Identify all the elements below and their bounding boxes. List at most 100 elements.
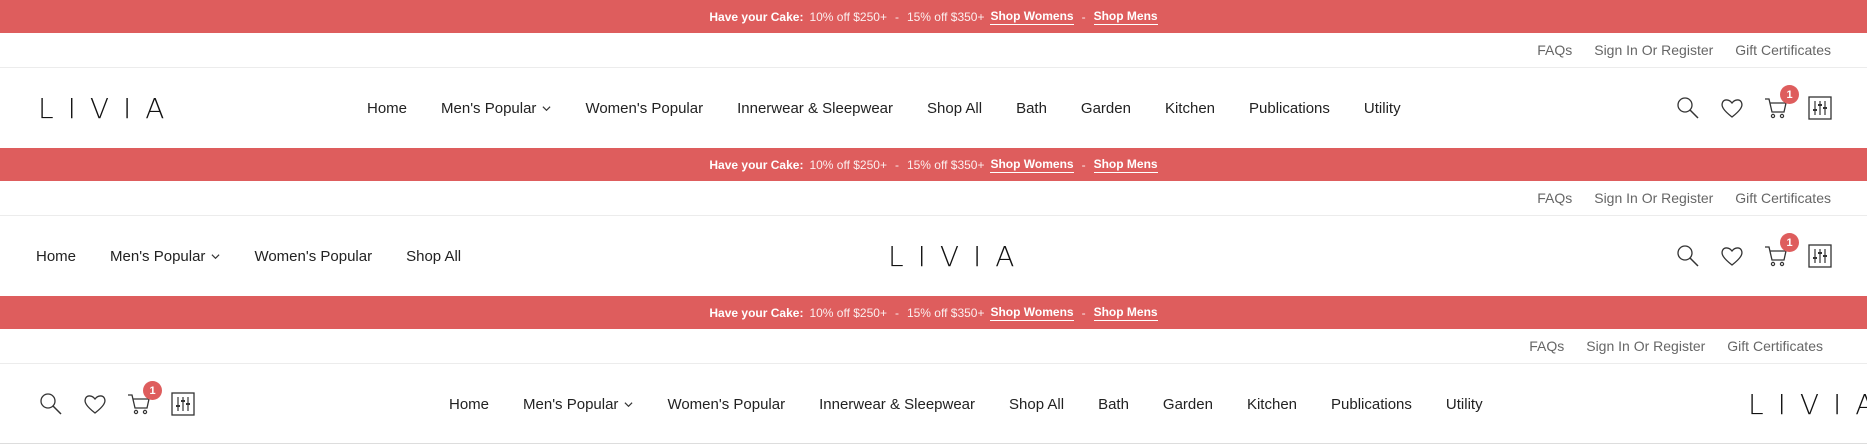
site-logo[interactable]: LIVIA — [888, 243, 1028, 271]
nav-item-shop-all[interactable]: Shop All — [1009, 396, 1064, 413]
promo-offer-1: 10% off $250+ — [809, 305, 887, 320]
gift-certificates-link[interactable]: Gift Certificates — [1735, 190, 1831, 206]
nav-item-innerwear-sleepwear[interactable]: Innerwear & Sleepwear — [737, 100, 893, 117]
promo-separator: - — [1081, 9, 1086, 24]
nav-item-shop-all[interactable]: Shop All — [927, 100, 982, 117]
heart-icon[interactable] — [1719, 95, 1745, 121]
nav-item-garden[interactable]: Garden — [1163, 396, 1213, 413]
nav-item-label: Shop All — [927, 99, 983, 117]
promo-lead: Have your Cake: — [709, 157, 804, 172]
faqs-link[interactable]: FAQs — [1529, 338, 1564, 354]
main-nav: Home Men's Popular Women's Popular Shop … — [36, 216, 461, 296]
promo-bar: Have your Cake: 10% off $250+ - 15% off … — [0, 0, 1867, 33]
shop-mens-link[interactable]: Shop Mens — [1093, 9, 1158, 25]
header-variant-logo-center: Have your Cake: 10% off $250+ - 15% off … — [0, 148, 1867, 296]
shop-mens-link[interactable]: Shop Mens — [1093, 157, 1158, 173]
header-variant-logo-right: Have your Cake: 10% off $250+ - 15% off … — [0, 296, 1867, 444]
promo-separator: - — [894, 305, 899, 320]
nav-item-mens-popular[interactable]: Men's Popular — [441, 100, 551, 117]
promo-offer-1: 10% off $250+ — [809, 9, 887, 24]
promo-separator: - — [1081, 305, 1086, 320]
nav-item-label: Utility — [1445, 395, 1483, 413]
cart-icon[interactable]: 1 — [126, 381, 162, 417]
nav-item-bath[interactable]: Bath — [1098, 396, 1129, 413]
nav-item-label: Garden — [1162, 395, 1213, 413]
search-icon[interactable] — [38, 391, 64, 417]
main-header: LIVIA Home Men's Popular Women's Popular… — [0, 68, 1867, 148]
heart-icon[interactable] — [82, 391, 108, 417]
gift-certificates-link[interactable]: Gift Certificates — [1735, 42, 1831, 58]
sign-in-register-link[interactable]: Sign In Or Register — [1594, 42, 1713, 58]
promo-lead: Have your Cake: — [709, 9, 804, 24]
top-links-bar: FAQs Sign In Or Register Gift Certificat… — [0, 329, 1867, 364]
nav-item-utility[interactable]: Utility — [1364, 100, 1401, 117]
nav-item-label: Home — [36, 247, 77, 265]
nav-item-label: Men's Popular — [110, 247, 206, 265]
main-header: Home Men's Popular Women's Popular Shop … — [0, 216, 1867, 296]
main-nav: Home Men's Popular Women's Popular Inner… — [449, 364, 1483, 444]
nav-item-label: Publications — [1249, 99, 1330, 117]
nav-item-bath[interactable]: Bath — [1016, 100, 1047, 117]
site-logo[interactable]: LIVIA — [1748, 391, 1867, 419]
search-icon[interactable] — [1675, 95, 1701, 121]
nav-item-label: Home — [367, 99, 408, 117]
compare-icon[interactable] — [1807, 95, 1833, 121]
faqs-link[interactable]: FAQs — [1537, 42, 1572, 58]
nav-item-mens-popular[interactable]: Men's Popular — [110, 248, 220, 265]
chevron-down-icon — [624, 401, 633, 407]
promo-offer-2: 15% off $350+ — [906, 305, 985, 320]
nav-item-label: Garden — [1080, 99, 1131, 117]
header-icons: 1 — [1675, 68, 1833, 148]
promo-bar: Have your Cake: 10% off $250+ - 15% off … — [0, 148, 1867, 181]
nav-item-womens-popular[interactable]: Women's Popular — [254, 248, 372, 265]
nav-item-label: Utility — [1363, 99, 1401, 117]
nav-item-home[interactable]: Home — [36, 248, 76, 265]
gift-certificates-link[interactable]: Gift Certificates — [1727, 338, 1823, 354]
nav-item-label: Shop All — [406, 247, 462, 265]
sign-in-register-link[interactable]: Sign In Or Register — [1586, 338, 1705, 354]
compare-icon[interactable] — [1807, 243, 1833, 269]
nav-item-label: Home — [449, 395, 490, 413]
nav-item-label: Women's Popular — [254, 247, 373, 265]
promo-offer-2: 15% off $350+ — [906, 157, 985, 172]
nav-item-label: Kitchen — [1246, 395, 1298, 413]
nav-item-shop-all[interactable]: Shop All — [406, 248, 461, 265]
nav-item-womens-popular[interactable]: Women's Popular — [667, 396, 785, 413]
chevron-down-icon — [211, 253, 220, 259]
nav-item-home[interactable]: Home — [367, 100, 407, 117]
cart-icon[interactable]: 1 — [1763, 85, 1799, 121]
cart-icon[interactable]: 1 — [1763, 233, 1799, 269]
shop-womens-link[interactable]: Shop Womens — [990, 157, 1074, 173]
chevron-down-icon — [542, 105, 551, 111]
nav-item-home[interactable]: Home — [449, 396, 489, 413]
nav-item-label: Innerwear & Sleepwear — [737, 99, 894, 117]
nav-item-garden[interactable]: Garden — [1081, 100, 1131, 117]
nav-item-kitchen[interactable]: Kitchen — [1165, 100, 1215, 117]
nav-item-kitchen[interactable]: Kitchen — [1247, 396, 1297, 413]
nav-item-innerwear-sleepwear[interactable]: Innerwear & Sleepwear — [819, 396, 975, 413]
faqs-link[interactable]: FAQs — [1537, 190, 1572, 206]
search-icon[interactable] — [1675, 243, 1701, 269]
promo-lead: Have your Cake: — [709, 305, 804, 320]
nav-item-publications[interactable]: Publications — [1331, 396, 1412, 413]
promo-bar: Have your Cake: 10% off $250+ - 15% off … — [0, 296, 1867, 329]
nav-item-mens-popular[interactable]: Men's Popular — [523, 396, 633, 413]
divider — [0, 443, 1867, 444]
promo-separator: - — [1081, 157, 1086, 172]
nav-item-label: Women's Popular — [667, 395, 786, 413]
shop-mens-link[interactable]: Shop Mens — [1093, 305, 1158, 321]
nav-item-publications[interactable]: Publications — [1249, 100, 1330, 117]
sign-in-register-link[interactable]: Sign In Or Register — [1594, 190, 1713, 206]
nav-item-label: Innerwear & Sleepwear — [819, 395, 976, 413]
header-icons: 1 — [38, 364, 196, 444]
promo-separator: - — [894, 157, 899, 172]
nav-item-utility[interactable]: Utility — [1446, 396, 1483, 413]
nav-item-label: Women's Popular — [585, 99, 704, 117]
site-logo[interactable]: LIVIA — [38, 95, 178, 123]
shop-womens-link[interactable]: Shop Womens — [990, 9, 1074, 25]
heart-icon[interactable] — [1719, 243, 1745, 269]
nav-item-womens-popular[interactable]: Women's Popular — [585, 100, 703, 117]
nav-item-label: Bath — [1098, 395, 1129, 413]
shop-womens-link[interactable]: Shop Womens — [990, 305, 1074, 321]
compare-icon[interactable] — [170, 391, 196, 417]
